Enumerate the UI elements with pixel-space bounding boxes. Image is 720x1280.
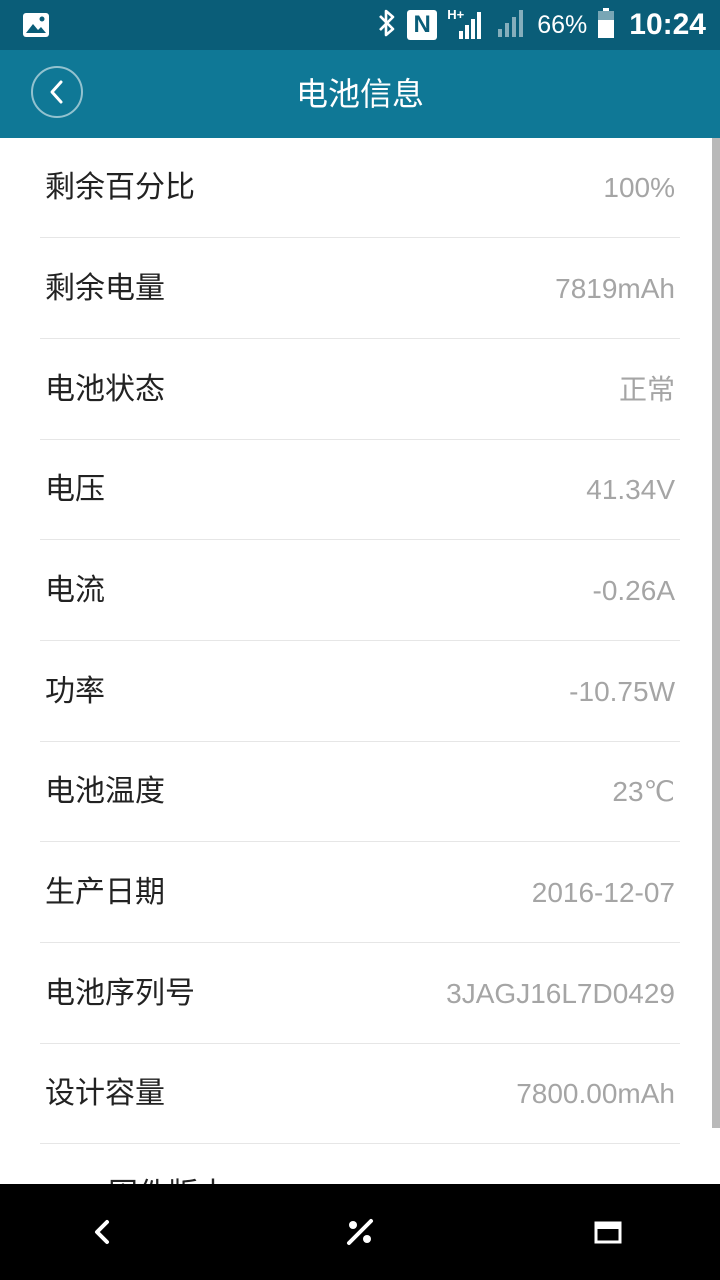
back-icon bbox=[95, 1220, 109, 1244]
gallery-icon bbox=[22, 12, 50, 42]
row-label: 电池序列号 bbox=[45, 976, 195, 1011]
row-label: 电池状态 bbox=[45, 372, 165, 407]
row-firmware-version: 固件版本 bbox=[40, 1145, 680, 1184]
battery-percent: 66% bbox=[537, 10, 588, 39]
row-label: 剩余电量 bbox=[45, 271, 165, 306]
network-type-label: H+ bbox=[447, 7, 465, 22]
row-label: 设计容量 bbox=[45, 1076, 165, 1111]
row-current: 电流 -0.26A bbox=[40, 541, 680, 641]
recents-icon bbox=[594, 1221, 622, 1244]
row-value: -10.75W bbox=[569, 676, 675, 707]
row-value: 正常 bbox=[618, 374, 675, 405]
scrollbar[interactable] bbox=[712, 138, 720, 1128]
row-temperature: 电池温度 23℃ bbox=[40, 742, 680, 842]
network-signal: H+ bbox=[447, 7, 485, 41]
row-battery-status: 电池状态 正常 bbox=[40, 340, 680, 440]
row-label: 生产日期 bbox=[45, 875, 165, 910]
row-value: 3JAGJ16L7D0429 bbox=[446, 978, 675, 1009]
row-value: 23℃ bbox=[612, 776, 675, 807]
row-remaining-percent: 剩余百分比 100% bbox=[40, 138, 680, 238]
row-label: 电压 bbox=[45, 472, 105, 507]
battery-icon bbox=[597, 7, 615, 43]
mode-icon bbox=[347, 1219, 373, 1245]
nfc-label: N bbox=[413, 11, 431, 38]
signal-icon-secondary bbox=[495, 7, 527, 43]
battery-info-list[interactable]: 剩余百分比 100% 剩余电量 7819mAh 电池状态 正常 电压 41.34… bbox=[0, 138, 720, 1184]
chevron-left-icon bbox=[50, 80, 63, 104]
app-bar: 电池信息 bbox=[0, 50, 720, 138]
row-voltage: 电压 41.34V bbox=[40, 440, 680, 540]
nav-recents-button[interactable] bbox=[588, 1212, 628, 1252]
row-label: 功率 bbox=[45, 674, 105, 709]
row-label: 电流 bbox=[45, 573, 105, 608]
bluetooth-icon bbox=[377, 8, 397, 42]
row-design-capacity: 设计容量 7800.00mAh bbox=[40, 1044, 680, 1144]
nfc-icon: N bbox=[407, 10, 438, 40]
row-value: 41.34V bbox=[586, 474, 675, 505]
page-title: 电池信息 bbox=[295, 75, 424, 113]
row-value: 100% bbox=[603, 172, 675, 203]
row-remaining-capacity: 剩余电量 7819mAh bbox=[40, 239, 680, 339]
nav-mode-button[interactable] bbox=[340, 1212, 380, 1252]
row-production-date: 生产日期 2016-12-07 bbox=[40, 843, 680, 943]
row-value: 7819mAh bbox=[555, 273, 675, 304]
status-bar: N H+ 66% 10:24 bbox=[0, 0, 720, 50]
row-value: 7800.00mAh bbox=[516, 1078, 675, 1109]
row-label: 固件版本 bbox=[108, 1145, 228, 1184]
row-power: 功率 -10.75W bbox=[40, 642, 680, 742]
row-serial-number: 电池序列号 3JAGJ16L7D0429 bbox=[40, 944, 680, 1044]
navigation-bar bbox=[0, 1184, 720, 1280]
nav-back-button[interactable] bbox=[82, 1212, 122, 1252]
back-button[interactable] bbox=[31, 66, 83, 118]
clock: 10:24 bbox=[629, 8, 706, 41]
row-label: 剩余百分比 bbox=[45, 170, 195, 205]
row-value: 2016-12-07 bbox=[531, 877, 675, 908]
row-label: 电池温度 bbox=[45, 774, 165, 809]
row-value: -0.26A bbox=[592, 575, 676, 606]
